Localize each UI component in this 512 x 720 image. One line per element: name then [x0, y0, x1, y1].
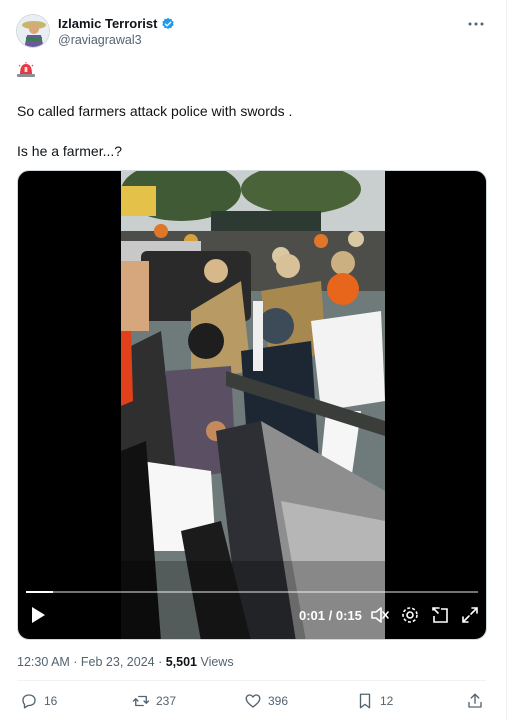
views-label: Views — [196, 655, 234, 669]
siren-emoji-icon — [17, 62, 35, 77]
reply-count: 16 — [44, 694, 58, 708]
share-button[interactable] — [466, 692, 484, 710]
progress-fill — [26, 591, 54, 593]
like-count: 396 — [268, 694, 289, 708]
bookmark-button[interactable]: 12 — [356, 692, 393, 710]
like-button[interactable]: 396 — [244, 692, 288, 710]
like-icon — [245, 694, 261, 708]
handle[interactable]: @raviagrawal3 — [58, 33, 142, 47]
action-bar: 16 237 396 12 — [0, 692, 507, 716]
fullscreen-icon[interactable] — [460, 605, 480, 625]
repost-icon — [132, 695, 150, 707]
play-icon[interactable] — [28, 605, 48, 625]
tweet-meta: 12:30 AM · Feb 23, 2024 · 5,501 Views — [17, 655, 234, 669]
divider — [17, 680, 486, 681]
pip-icon[interactable] — [430, 605, 450, 625]
more-icon[interactable] — [466, 14, 486, 34]
video-frame[interactable] — [121, 171, 385, 639]
tweet-header: Izlamic Terrorist @raviagrawal3 — [16, 12, 492, 52]
bookmark-icon — [359, 693, 371, 709]
views-count: 5,501 — [165, 655, 197, 669]
repost-button[interactable]: 237 — [132, 692, 176, 710]
bookmark-count: 12 — [380, 694, 394, 708]
avatar[interactable] — [16, 14, 50, 48]
display-name[interactable]: Izlamic Terrorist — [58, 16, 157, 31]
repost-count: 237 — [156, 694, 177, 708]
reply-button[interactable]: 16 — [20, 692, 57, 710]
mute-icon[interactable] — [370, 605, 390, 625]
name-row: Izlamic Terrorist — [58, 16, 175, 31]
timestamp[interactable]: 12:30 AM · Feb 23, 2024 · — [17, 655, 166, 669]
progress-bar[interactable] — [26, 591, 478, 593]
settings-icon[interactable] — [400, 605, 420, 625]
tweet-text-line: Is he a farmer...? — [17, 143, 123, 159]
video-player[interactable]: 0:01 / 0:15 — [17, 170, 487, 640]
share-icon — [468, 693, 482, 708]
reply-icon — [22, 694, 36, 709]
verified-icon — [161, 17, 175, 31]
tweet-card: Izlamic Terrorist @raviagrawal3 So calle… — [0, 0, 507, 720]
video-time: 0:01 / 0:15 — [299, 608, 362, 623]
video-controls: 0:01 / 0:15 — [18, 583, 486, 639]
tweet-text-line: So called farmers attack police with swo… — [17, 103, 293, 119]
